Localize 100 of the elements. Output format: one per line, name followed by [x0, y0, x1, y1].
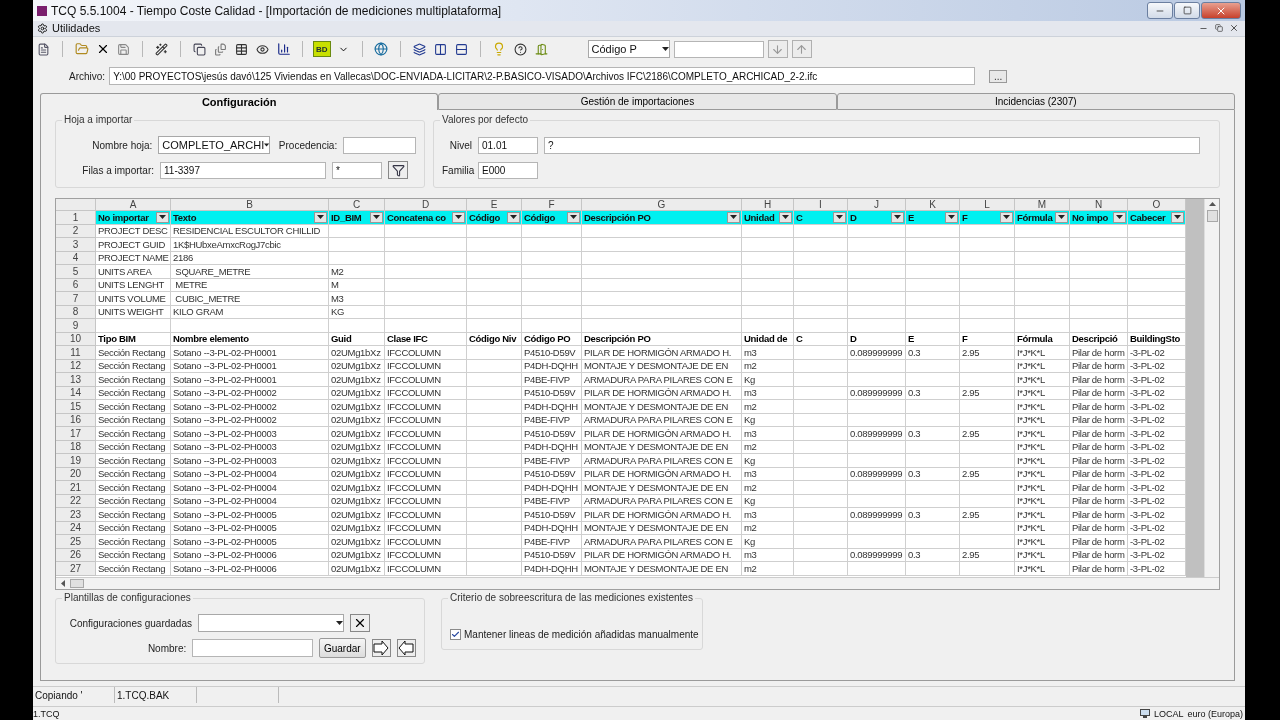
dropdown-button[interactable]: [727, 211, 740, 223]
empty-cell: [794, 508, 848, 522]
scroll-up-icon[interactable]: [1208, 201, 1216, 208]
dropdown-button[interactable]: [1171, 211, 1184, 223]
tab[interactable]: Incidencias (2307): [836, 92, 1235, 111]
dropdown-button[interactable]: [452, 211, 465, 223]
delete-button[interactable]: [350, 614, 370, 633]
scroll-left-icon[interactable]: [60, 580, 66, 588]
checkbox[interactable]: [450, 628, 461, 640]
dropdown-button[interactable]: [314, 211, 327, 223]
column-header[interactable]: M: [1015, 199, 1070, 212]
dropdown-button[interactable]: [567, 211, 580, 223]
corner-cell[interactable]: [56, 199, 96, 212]
empty-cell: [794, 265, 848, 279]
rows-field[interactable]: 11-3397: [160, 161, 326, 179]
help-button[interactable]: [511, 40, 529, 58]
column-header[interactable]: A: [96, 199, 171, 212]
dropdown-button[interactable]: [945, 211, 958, 223]
empty-cell: [329, 319, 385, 333]
table-cell: Pilar de horm: [1070, 535, 1128, 549]
empty-cell: [467, 251, 522, 266]
name-field[interactable]: [192, 639, 313, 658]
sheet-name-select[interactable]: COMPLETO_ARCHI: [158, 136, 271, 155]
wand-button[interactable]: [153, 40, 170, 58]
dropdown-button[interactable]: [370, 211, 383, 223]
level-field[interactable]: 01.01: [478, 136, 538, 154]
table-cell: Sección Rectang: [96, 346, 171, 360]
empty-cell: [848, 413, 906, 428]
chart-button[interactable]: [275, 40, 292, 58]
table-cell: m3: [742, 467, 794, 482]
table-cell: E: [906, 332, 960, 347]
column-header[interactable]: K: [906, 199, 960, 212]
scrollbar-thumb[interactable]: [1206, 210, 1218, 223]
dropdown-button[interactable]: [833, 211, 846, 223]
empty-cell: [960, 319, 1015, 333]
dropdown-button[interactable]: [1000, 211, 1013, 223]
dropdown-button[interactable]: [507, 211, 520, 223]
column-header[interactable]: O: [1128, 199, 1186, 212]
table-cell: 02UMg1bXz: [329, 562, 385, 576]
database-button[interactable]: BD: [313, 41, 331, 58]
code-select[interactable]: Código P: [587, 40, 670, 59]
table-cell: 1K$HUbxeAmxcRogJ7cbic: [171, 238, 329, 252]
dropdown-button[interactable]: [156, 211, 169, 223]
tab[interactable]: Configuración: [40, 92, 439, 111]
export-button[interactable]: [371, 639, 391, 658]
family-field[interactable]: E000: [478, 161, 538, 179]
column-header[interactable]: H: [742, 199, 794, 212]
mask-field[interactable]: *: [332, 161, 382, 179]
file-path-field[interactable]: Y:\00 PROYECTOS\jesús davó\125 Viviendas en Vallecas\DOC-ENVIADA-LICITAR\2-P.BASICO-VISADO\Archivos IFC\2186\COMPLETO_ARCHICAD_2-2.ifc: [109, 67, 976, 86]
dropdown-button[interactable]: [891, 211, 904, 223]
globe-button[interactable]: [372, 40, 390, 58]
table-cell: P4DH-DQHH: [522, 359, 582, 374]
column-header[interactable]: C: [329, 199, 385, 212]
table-cell: I*J*K*L: [1015, 386, 1070, 401]
empty-cell: [960, 494, 1015, 509]
column-header[interactable]: I: [794, 199, 848, 212]
dropdown-button[interactable]: [779, 211, 792, 223]
column-header[interactable]: E: [467, 199, 522, 212]
minimize-button[interactable]: [1147, 2, 1173, 20]
browse-button[interactable]: ...: [989, 69, 1008, 83]
empty-cell: [794, 278, 848, 293]
empty-cell: [1070, 292, 1128, 306]
table-cell: PILAR DE HORMIGÓN ARMADO H.: [582, 548, 742, 563]
import-button[interactable]: [396, 639, 416, 658]
layers-button[interactable]: [410, 40, 428, 58]
empty-cell: [906, 494, 960, 509]
copy-button[interactable]: [191, 40, 208, 58]
origin-field[interactable]: [343, 136, 416, 154]
column-header[interactable]: G: [582, 199, 742, 212]
column-header[interactable]: L: [960, 199, 1015, 212]
column-title: ID_BIM: [331, 211, 362, 223]
dropdown-button[interactable]: [1055, 211, 1068, 223]
filter-button[interactable]: [388, 161, 408, 180]
column-header[interactable]: J: [848, 199, 906, 212]
empty-cell: [794, 346, 848, 360]
column-header[interactable]: D: [385, 199, 467, 212]
table-cell: Kg: [742, 494, 794, 509]
column-header[interactable]: N: [1070, 199, 1128, 212]
table-cell: Kg: [742, 454, 794, 468]
dropdown-button[interactable]: [1113, 211, 1126, 223]
save-button[interactable]: Guardar: [318, 638, 366, 659]
level-name-field[interactable]: ?: [544, 136, 1200, 154]
scrollbar-thumb[interactable]: [70, 579, 84, 589]
row-number: 13: [56, 373, 96, 387]
table-cell: ARMADURA PARA PILARES CON E: [582, 494, 742, 509]
table-cell: UNITS AREA: [96, 265, 171, 279]
empty-cell: [467, 494, 522, 509]
table-cell: 0.089999999: [848, 346, 906, 360]
search-field[interactable]: [673, 40, 764, 58]
empty-cell: [960, 359, 1015, 374]
table-cell: I*J*K*L: [1015, 454, 1070, 468]
table-cell: P4BE-FIVP: [522, 535, 582, 549]
maximize-button[interactable]: [1174, 2, 1200, 20]
caret-icon: [317, 215, 324, 220]
table-cell: P4BE-FIVP: [522, 454, 582, 468]
table-cell: m3: [742, 548, 794, 563]
column-header[interactable]: B: [171, 199, 329, 212]
tab[interactable]: Gestión de importaciones: [438, 92, 837, 111]
column-header[interactable]: F: [522, 199, 582, 212]
row-number: 21: [56, 481, 96, 495]
